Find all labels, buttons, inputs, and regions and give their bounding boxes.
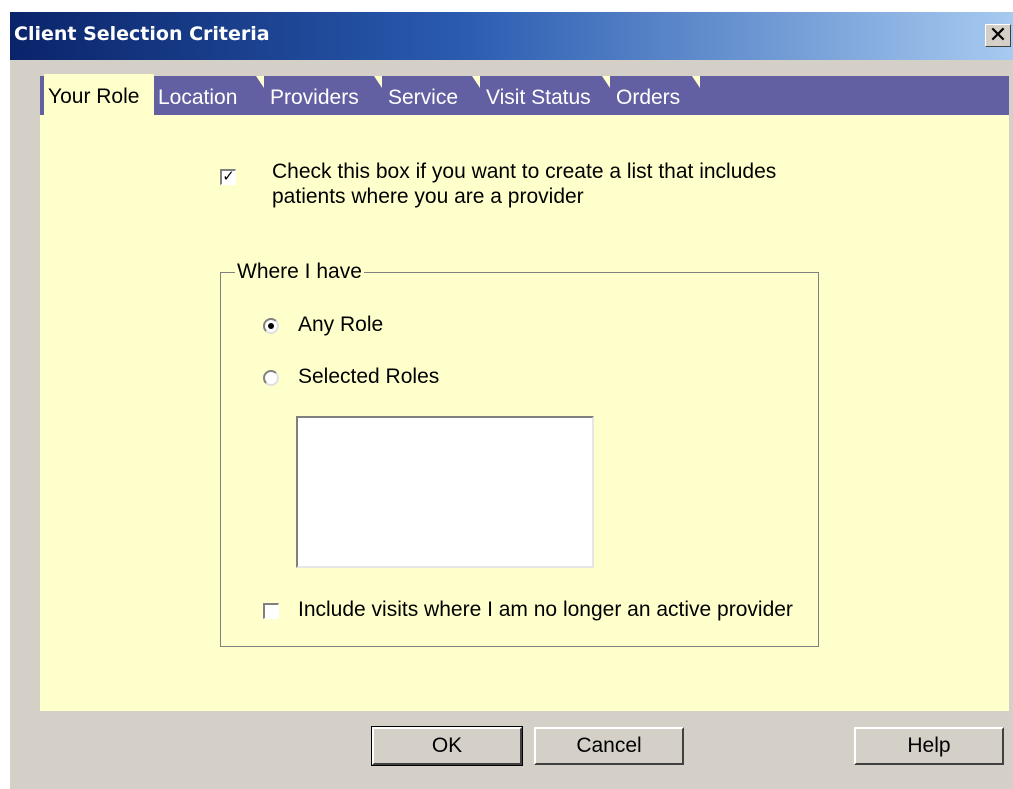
- help-button[interactable]: Help: [854, 727, 1004, 765]
- where-i-have-group: Where I have Any Role Selected Roles Inc…: [220, 259, 819, 647]
- tab-separator: [692, 76, 700, 88]
- inactive-provider-checkbox[interactable]: [263, 603, 279, 619]
- ok-button[interactable]: OK: [371, 726, 523, 766]
- tab-location[interactable]: Location: [154, 76, 258, 115]
- provider-checkbox[interactable]: ✓: [220, 169, 236, 185]
- any-role-radio[interactable]: [263, 318, 279, 334]
- inactive-provider-label[interactable]: Include visits where I am no longer an a…: [298, 597, 793, 623]
- tab-separator: [374, 76, 382, 88]
- radio-selected-dot: [268, 323, 274, 329]
- provider-checkbox-label[interactable]: Check this box if you want to create a l…: [272, 159, 832, 209]
- tab-visit-status[interactable]: Visit Status: [482, 76, 604, 115]
- tab-separator: [602, 76, 610, 88]
- close-button[interactable]: ✕: [985, 24, 1011, 47]
- client-selection-dialog: Client Selection Criteria ✕ Your Role Lo…: [8, 10, 1013, 789]
- close-icon: ✕: [988, 22, 1008, 47]
- tab-separator: [256, 76, 264, 88]
- checkmark-icon: ✓: [222, 168, 235, 185]
- any-role-label[interactable]: Any Role: [298, 312, 383, 338]
- tab-providers[interactable]: Providers: [266, 76, 376, 115]
- selected-roles-label[interactable]: Selected Roles: [298, 364, 439, 390]
- selected-roles-radio[interactable]: [263, 370, 279, 386]
- window-title: Client Selection Criteria: [14, 23, 270, 45]
- cancel-button[interactable]: Cancel: [534, 727, 684, 765]
- tab-separator: [472, 76, 480, 88]
- title-bar[interactable]: Client Selection Criteria ✕: [10, 12, 1013, 60]
- tab-orders[interactable]: Orders: [612, 76, 694, 115]
- group-legend: Where I have: [235, 259, 364, 285]
- tab-strip: Your Role Location Providers Service Vis…: [40, 74, 1009, 116]
- your-role-panel: ✓ Check this box if you want to create a…: [40, 115, 1009, 711]
- tab-your-role[interactable]: Your Role: [44, 74, 154, 116]
- tab-service[interactable]: Service: [384, 76, 474, 115]
- roles-listbox[interactable]: [296, 416, 594, 568]
